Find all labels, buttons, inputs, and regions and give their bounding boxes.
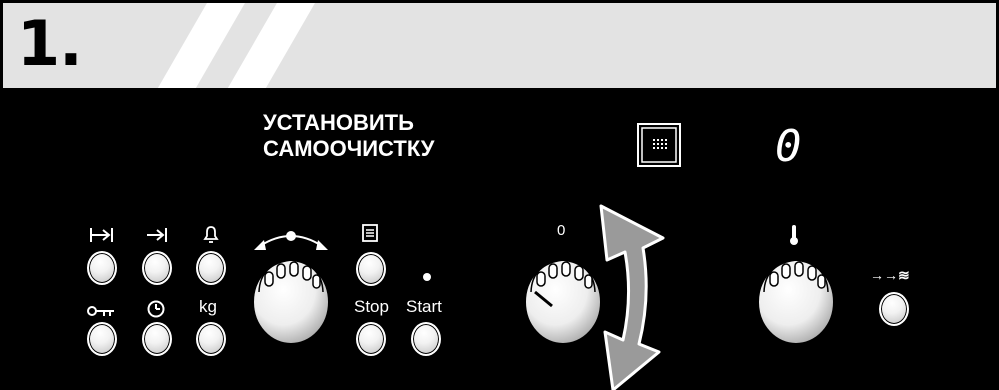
- clock-icon: [147, 300, 165, 318]
- start-button[interactable]: [411, 322, 441, 356]
- stop-label: Stop: [354, 297, 389, 316]
- grid-icon: [637, 123, 681, 167]
- center-knob-zero-label: 0: [557, 222, 566, 239]
- duration-button[interactable]: [87, 251, 117, 285]
- display-digit: 0: [775, 121, 802, 172]
- function-button[interactable]: [356, 252, 386, 286]
- timer-bell-icon: [203, 226, 219, 243]
- stop-button[interactable]: [356, 322, 386, 356]
- program-list-icon: [362, 224, 378, 242]
- rapid-heat-label: →→≋: [870, 267, 910, 283]
- step-number: 1.: [17, 7, 83, 80]
- oven-control-panel-illustration: 1. УСТАНОВИТЬ САМООЧИСТКУ 0 kg Stop Star…: [0, 0, 999, 390]
- rapid-heat-button[interactable]: [879, 292, 909, 326]
- child-lock-button[interactable]: [87, 322, 117, 356]
- rotate-arrow-icon: [254, 231, 328, 250]
- duration-icon: [90, 228, 113, 242]
- weight-label: kg: [199, 297, 217, 316]
- step-header: 1.: [0, 0, 999, 88]
- message-line-2: САМООЧИСТКУ: [263, 136, 435, 161]
- message-line-1: УСТАНОВИТЬ: [263, 110, 414, 135]
- key-icon: [87, 306, 114, 316]
- program-selector-knob[interactable]: [250, 250, 332, 346]
- clock-button[interactable]: [142, 322, 172, 356]
- turn-direction-arrow-icon: [599, 204, 665, 390]
- thermometer-icon: [790, 225, 798, 245]
- start-indicator-light: [423, 273, 431, 281]
- timer-button[interactable]: [196, 251, 226, 285]
- end-time-button[interactable]: [142, 251, 172, 285]
- start-label: Start: [406, 297, 442, 316]
- display-message: УСТАНОВИТЬ САМООЧИСТКУ: [263, 110, 435, 162]
- weight-button[interactable]: [196, 322, 226, 356]
- end-time-icon: [147, 228, 167, 242]
- mode-selector-knob[interactable]: [522, 250, 604, 346]
- temperature-knob[interactable]: [755, 250, 837, 346]
